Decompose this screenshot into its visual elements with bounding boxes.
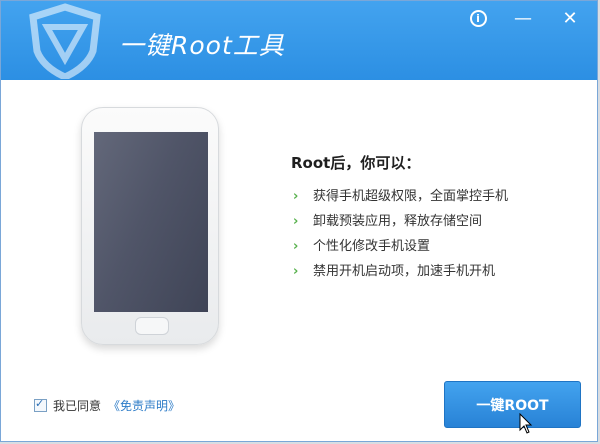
mouse-cursor-icon (519, 413, 533, 434)
feature-item: › 卸载预装应用，释放存储空间 (293, 210, 482, 229)
feature-text: 卸载预装应用，释放存储空间 (313, 214, 483, 229)
shield-logo-icon (29, 3, 101, 79)
chevron-right-icon: › (293, 239, 299, 254)
feature-text: 禁用开机启动项，加速手机开机 (313, 264, 496, 279)
disclaimer-link[interactable]: 《免责声明》 (108, 397, 180, 414)
agree-label: 我已同意 (53, 399, 102, 413)
app-title: 一键Root工具 (119, 31, 285, 60)
feature-item: › 个性化修改手机设置 (293, 235, 430, 254)
agree-checkbox[interactable] (34, 397, 47, 412)
root-tool-window: 一键Root工具 i — ✕ Root后，你可以： › 获得手机超级权限，全面掌控… (0, 0, 598, 442)
minimize-button[interactable]: — (512, 7, 534, 29)
features-title: Root后，你可以： (291, 154, 421, 172)
one-key-root-button[interactable]: 一键ROOT (444, 381, 581, 428)
info-icon: i (469, 9, 487, 27)
phone-illustration (81, 107, 219, 345)
agreement-row: 我已同意 《免责声明》 (34, 397, 180, 414)
feature-item: › 获得手机超级权限，全面掌控手机 (293, 185, 508, 204)
chevron-right-icon: › (293, 189, 299, 204)
feature-text: 获得手机超级权限，全面掌控手机 (313, 189, 509, 204)
chevron-right-icon: › (293, 264, 299, 279)
feature-item: › 禁用开机启动项，加速手机开机 (293, 260, 495, 279)
phone-screen (94, 132, 208, 312)
feature-text: 个性化修改手机设置 (313, 239, 431, 254)
title-bar: 一键Root工具 i — ✕ (1, 1, 597, 80)
phone-home-button (135, 317, 169, 335)
info-button[interactable]: i (467, 7, 489, 29)
close-button[interactable]: ✕ (559, 7, 581, 29)
chevron-right-icon: › (293, 214, 299, 229)
